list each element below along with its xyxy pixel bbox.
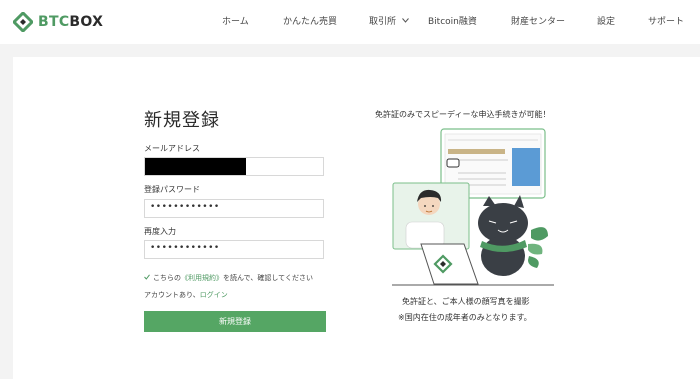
- password-label: 登録パスワード: [144, 185, 200, 194]
- email-field[interactable]: [144, 157, 324, 176]
- page-title: 新規登録: [144, 110, 220, 131]
- top-header: BTCBOX ホーム かんたん売買 取引所 Bitcoin融資 財産センター 設…: [0, 0, 700, 44]
- nav-item-support[interactable]: サポート: [648, 14, 684, 27]
- content-panel: [13, 57, 700, 379]
- login-prompt-text: アカウントあり、: [144, 291, 200, 299]
- promo-headline: 免許証のみでスピーディーな申込手続きが可能！: [375, 110, 551, 119]
- password-value: ••••••••••••: [150, 202, 220, 212]
- promo-caption-line1: 免許証と、ご本人様の顔写真を撮影: [402, 297, 530, 306]
- nav-item-bitcoin-loan[interactable]: Bitcoin融資: [428, 14, 477, 27]
- nav-item-settings[interactable]: 設定: [597, 14, 615, 27]
- nav-item-exchange[interactable]: 取引所: [369, 14, 409, 27]
- nav-item-easy-trade[interactable]: かんたん売買: [283, 14, 337, 27]
- main-nav: ホーム かんたん売買 取引所 Bitcoin融資 財産センター 設定 サポート: [0, 0, 700, 44]
- chevron-down-icon: [402, 18, 409, 23]
- redacted-email-value: [145, 158, 246, 175]
- check-icon[interactable]: [144, 274, 150, 280]
- terms-prefix: こちらの: [153, 274, 181, 282]
- nav-item-home[interactable]: ホーム: [222, 14, 249, 27]
- email-label: メールアドレス: [144, 144, 200, 153]
- terms-link[interactable]: 《利用規約》: [181, 274, 223, 282]
- terms-agreement: こちらの《利用規約》を読んで、確認してください: [144, 273, 313, 283]
- login-prompt: アカウントあり、ログイン: [144, 290, 228, 300]
- promo-caption-line2: ※国内在住の成年者のみとなります。: [398, 313, 532, 322]
- confirm-password-field[interactable]: ••••••••••••: [144, 240, 324, 259]
- nav-item-exchange-label: 取引所: [369, 17, 397, 27]
- login-link[interactable]: ログイン: [200, 291, 228, 299]
- register-button[interactable]: 新規登録: [144, 311, 326, 332]
- confirm-password-label: 再度入力: [144, 227, 176, 236]
- confirm-password-value: ••••••••••••: [150, 243, 220, 253]
- terms-suffix: を読んで、確認してください: [223, 274, 313, 282]
- id-verification-illustration: [392, 128, 554, 286]
- password-field[interactable]: ••••••••••••: [144, 199, 324, 218]
- nav-item-asset-center[interactable]: 財産センター: [511, 14, 565, 27]
